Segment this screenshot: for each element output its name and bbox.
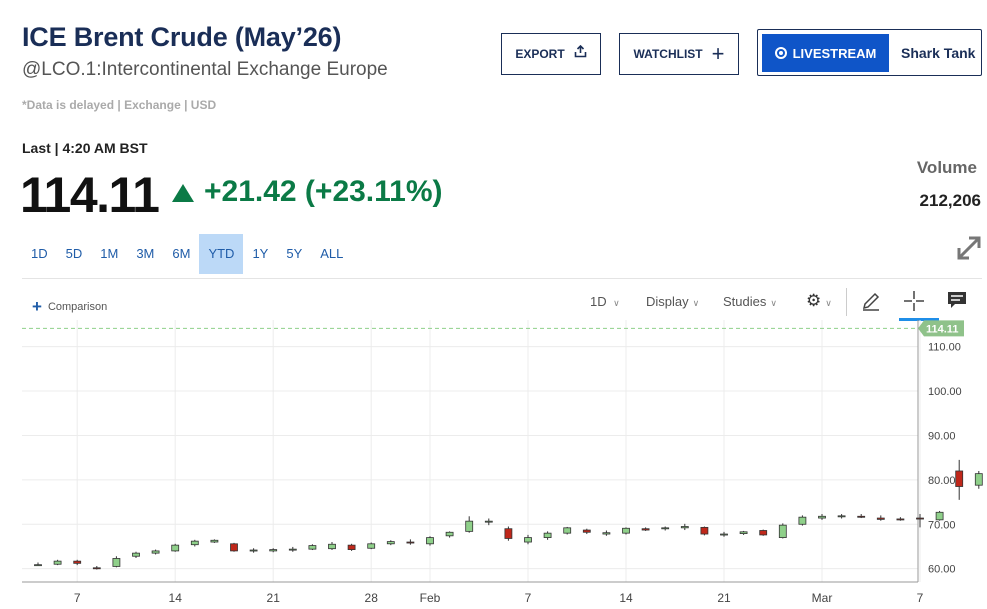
candle	[818, 515, 826, 519]
x-tick-label: 14	[169, 591, 183, 605]
candle	[641, 528, 650, 531]
candle	[112, 558, 121, 567]
candle	[386, 541, 395, 545]
candle	[524, 537, 532, 543]
x-tick-label: Feb	[420, 591, 441, 605]
candle	[778, 524, 787, 538]
y-tick-label: 100.00	[928, 386, 962, 398]
candle	[151, 550, 160, 554]
x-tick-label: 7	[74, 591, 81, 605]
candle	[916, 517, 924, 520]
candle	[582, 529, 591, 533]
price-chart[interactable]: 60.00 70.00 80.00 90.00 100.00 110.00 7 14 21 28 F…	[0, 0, 987, 609]
candle	[406, 541, 415, 544]
candle	[857, 515, 866, 518]
candle	[935, 511, 944, 521]
candle	[974, 473, 983, 486]
candle	[700, 526, 709, 535]
candle	[171, 544, 180, 552]
candle	[249, 549, 258, 552]
candle	[680, 526, 689, 529]
candle	[543, 532, 552, 538]
candle	[269, 549, 278, 552]
y-tick-label: 70.00	[928, 519, 956, 531]
candle	[34, 564, 42, 567]
candle	[92, 567, 101, 570]
candle	[426, 537, 434, 545]
candle	[210, 539, 219, 543]
candle	[328, 543, 336, 550]
candle	[759, 530, 768, 536]
candle	[484, 520, 493, 523]
y-tick-label: 80.00	[928, 475, 956, 487]
x-tick-label: 14	[619, 591, 633, 605]
x-tick-label: 7	[525, 591, 532, 605]
candle	[504, 528, 513, 539]
x-tick-label: Mar	[812, 591, 833, 605]
candle	[720, 533, 728, 536]
candle	[837, 515, 846, 518]
candle	[53, 560, 62, 565]
candle	[347, 544, 356, 550]
candle	[622, 527, 630, 534]
candle	[230, 543, 238, 552]
y-tick-label: 90.00	[928, 430, 956, 442]
x-tick-label: 21	[717, 591, 731, 605]
y-tick-label: 110.00	[928, 342, 961, 354]
candle	[661, 527, 670, 530]
last-price-tag-label: 114.11	[926, 323, 958, 335]
candle	[445, 531, 454, 537]
candle	[190, 540, 199, 546]
candle	[288, 548, 297, 551]
candle	[955, 470, 964, 487]
candle	[896, 518, 905, 521]
y-tick-label: 60.00	[928, 564, 956, 576]
x-tick-label: 7	[917, 591, 924, 605]
candle	[73, 560, 82, 564]
x-tick-label: 28	[365, 591, 379, 605]
candle	[876, 517, 885, 520]
candle	[465, 520, 474, 532]
candle	[563, 527, 572, 534]
candle	[798, 516, 807, 525]
candle	[132, 552, 140, 557]
candle	[739, 531, 748, 534]
candle	[602, 532, 611, 535]
candle	[367, 543, 376, 549]
x-tick-label: 21	[267, 591, 281, 605]
candle	[308, 545, 317, 550]
